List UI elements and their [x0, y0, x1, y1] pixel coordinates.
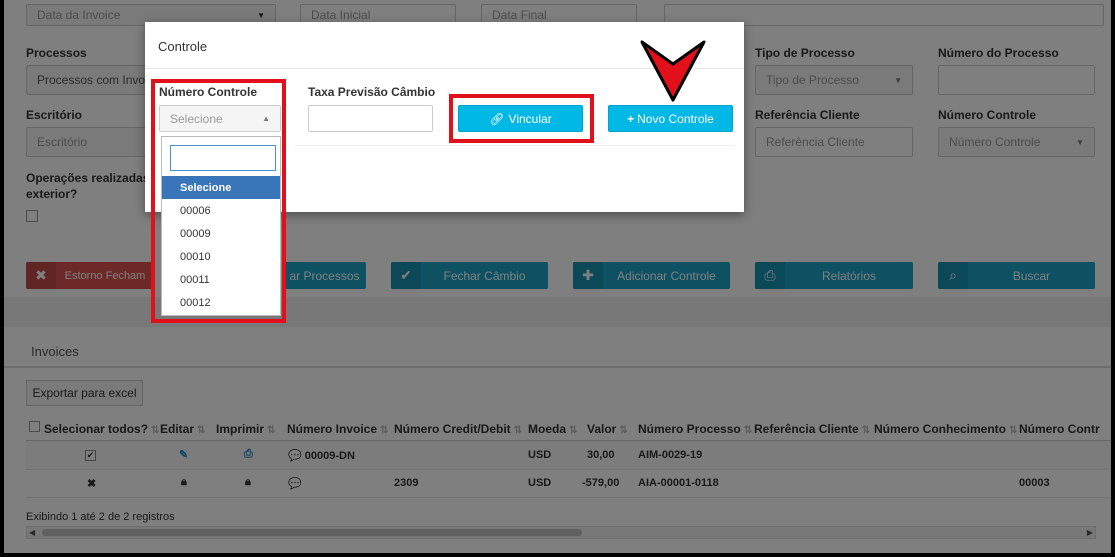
highlight-box-vincular	[449, 94, 594, 143]
plus-icon: +	[627, 111, 635, 126]
modal-body-rule	[295, 145, 735, 146]
taxa-previsao-input[interactable]	[308, 105, 433, 132]
highlight-box-dropdown	[151, 79, 286, 323]
taxa-previsao-label: Taxa Previsão Câmbio	[308, 85, 436, 99]
annotation-arrow-icon	[640, 40, 706, 102]
app-window: Data da Invoice▼ Data Inicial Data Final…	[4, 0, 1111, 553]
novo-controle-button[interactable]: + Novo Controle	[608, 105, 733, 132]
modal-title: Controle	[158, 39, 208, 54]
